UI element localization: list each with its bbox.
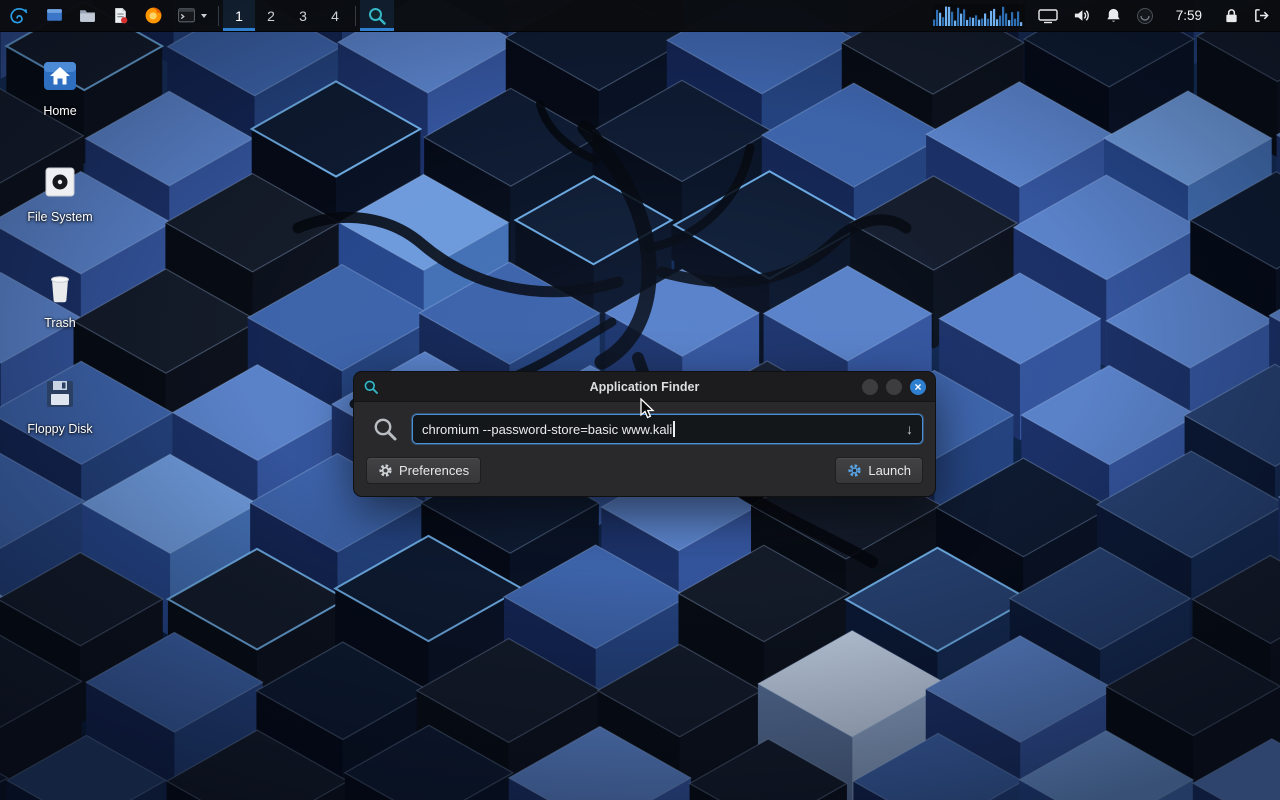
tray-notifications[interactable]	[1098, 0, 1129, 31]
desktop-icon-floppy-disk[interactable]: Floppy Disk	[12, 368, 108, 440]
desktop-icon-file-system[interactable]: File System	[12, 156, 108, 228]
notifications-bell-icon	[1105, 7, 1122, 24]
clock[interactable]: 7:59	[1161, 0, 1217, 31]
desktop-icon-column: Home File System Trash Floppy Disk	[12, 50, 108, 440]
file-system-drive-icon	[38, 160, 82, 204]
firefox-icon	[144, 6, 163, 25]
titlebar[interactable]: Application Finder ×	[354, 372, 935, 402]
status-circle-icon	[1136, 7, 1154, 25]
desktop-icon-label: Floppy Disk	[27, 422, 92, 436]
volume-icon	[1072, 7, 1091, 24]
maximize-button[interactable]	[886, 379, 902, 395]
workspace-4-label: 4	[326, 8, 344, 24]
search-icon	[372, 416, 398, 442]
task-application-finder[interactable]	[360, 0, 394, 31]
desktop-icon-label: File System	[27, 210, 92, 224]
panel-separator	[218, 6, 219, 26]
window-controls: ×	[862, 379, 926, 395]
window-title: Application Finder	[354, 380, 935, 394]
logout-icon	[1253, 7, 1270, 24]
trash-icon	[38, 266, 82, 310]
kali-menu-button[interactable]	[0, 0, 38, 31]
gear-icon	[378, 463, 393, 478]
lock-icon	[1224, 7, 1239, 24]
desktop-icon-trash[interactable]: Trash	[12, 262, 108, 334]
folder-icon	[78, 6, 97, 25]
tray-status[interactable]	[1129, 0, 1161, 31]
launcher-file-manager[interactable]	[71, 0, 104, 31]
floppy-disk-icon	[38, 372, 82, 416]
workspace-1[interactable]: 1	[223, 0, 255, 31]
application-finder-icon	[367, 6, 387, 26]
cpu-graph-bars	[933, 4, 1025, 28]
desktop-icon-label: Trash	[44, 316, 76, 330]
desktop-icon-label: Home	[43, 104, 76, 118]
home-folder-icon	[38, 54, 82, 98]
tray-display[interactable]	[1031, 0, 1065, 31]
minimize-button[interactable]	[862, 379, 878, 395]
launcher-terminal[interactable]	[170, 0, 214, 31]
panel-right: 7:59	[927, 0, 1280, 31]
application-finder-window: Application Finder × chromium --password…	[353, 371, 936, 497]
window-app-icon	[363, 379, 379, 395]
window-icon	[45, 6, 64, 25]
action-row: Preferences Launch	[354, 452, 935, 496]
panel-left: 1 2 3 4	[0, 0, 394, 31]
chevron-down-icon[interactable]	[201, 14, 207, 18]
panel-separator	[355, 6, 356, 26]
launch-label: Launch	[868, 463, 911, 478]
display-icon	[1038, 8, 1058, 24]
tray-volume[interactable]	[1065, 0, 1098, 31]
preferences-label: Preferences	[399, 463, 469, 478]
dropdown-arrow-icon[interactable]: ↓	[906, 421, 913, 437]
launcher-text-editor[interactable]	[104, 0, 137, 31]
workspace-3[interactable]: 3	[287, 0, 319, 31]
tray-lock[interactable]	[1217, 0, 1246, 31]
workspace-2[interactable]: 2	[255, 0, 287, 31]
terminal-icon	[177, 6, 196, 25]
launcher-show-desktop[interactable]	[38, 0, 71, 31]
desktop-icon-home[interactable]: Home	[12, 50, 108, 122]
search-row: chromium --password-store=basic www.kali…	[354, 402, 935, 452]
text-caret	[673, 421, 674, 437]
workspace-3-label: 3	[294, 8, 312, 24]
command-input[interactable]: chromium --password-store=basic www.kali…	[412, 414, 923, 444]
workspace-1-label: 1	[230, 8, 248, 24]
kali-logo-icon	[7, 4, 31, 28]
workspace-4[interactable]: 4	[319, 0, 351, 31]
launch-button[interactable]: Launch	[835, 457, 923, 484]
launch-icon	[847, 463, 862, 478]
close-button[interactable]: ×	[910, 379, 926, 395]
cpu-graph[interactable]	[933, 4, 1025, 28]
launcher-firefox[interactable]	[137, 0, 170, 31]
clock-label: 7:59	[1168, 8, 1210, 23]
workspace-2-label: 2	[262, 8, 280, 24]
top-panel: 1 2 3 4	[0, 0, 1280, 32]
document-icon	[111, 6, 130, 25]
preferences-button[interactable]: Preferences	[366, 457, 481, 484]
close-icon: ×	[914, 381, 921, 393]
command-input-value: chromium --password-store=basic www.kali	[422, 422, 672, 437]
tray-logout[interactable]	[1246, 0, 1280, 31]
